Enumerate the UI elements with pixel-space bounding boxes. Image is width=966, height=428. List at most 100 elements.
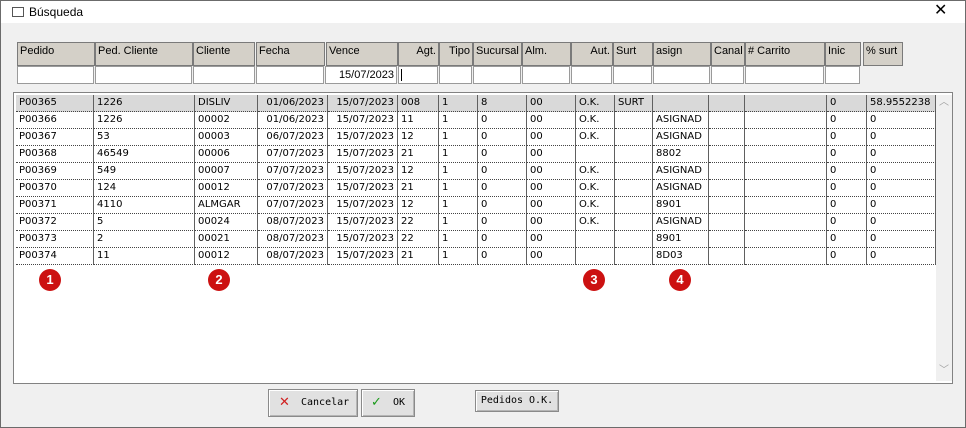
column-header-pedido[interactable]: Pedido bbox=[17, 42, 95, 66]
filter-surt-input[interactable] bbox=[613, 66, 652, 84]
cell-ped_cliente: 53 bbox=[94, 129, 195, 146]
cell-pedido: P00368 bbox=[16, 146, 94, 163]
column-header-surt[interactable]: Surt bbox=[613, 42, 653, 66]
cell-canal bbox=[709, 112, 745, 129]
column-header-vence[interactable]: Vence bbox=[326, 42, 398, 66]
filter-asign-input[interactable] bbox=[653, 66, 710, 84]
table-row[interactable]: P00374 11 00012 08/07/2023 15/07/2023 21 1 0 00 8… bbox=[16, 248, 936, 265]
cell-cliente: 00021 bbox=[195, 231, 258, 248]
filter-tipo-input[interactable] bbox=[439, 66, 472, 84]
column-header-agt[interactable]: Agt. bbox=[398, 42, 439, 66]
table-row[interactable]: P00373 2 00021 08/07/2023 15/07/2023 22 1 0 00 89… bbox=[16, 231, 936, 248]
cell-carrito bbox=[745, 112, 827, 129]
cell-fecha: 01/06/2023 bbox=[258, 95, 328, 112]
cell-pedido: P00370 bbox=[16, 180, 94, 197]
cell-cliente: 00003 bbox=[195, 129, 258, 146]
cell-fecha: 07/07/2023 bbox=[258, 163, 328, 180]
filter-canal-input[interactable] bbox=[711, 66, 744, 84]
cell-carrito bbox=[745, 180, 827, 197]
cell-aut: O.K. bbox=[576, 129, 615, 146]
column-header-pct_surt[interactable]: % surt bbox=[863, 42, 903, 66]
table-row[interactable]: P00371 4110 ALMGAR 07/07/2023 15/07/2023 12 1 0… bbox=[16, 197, 936, 214]
column-header-tipo[interactable]: Tipo bbox=[439, 42, 473, 66]
table-row[interactable]: P00372 5 00024 08/07/2023 15/07/2023 22 1 0 00 O.… bbox=[16, 214, 936, 231]
cell-inic: 0 bbox=[827, 231, 867, 248]
filter-alm-input[interactable] bbox=[522, 66, 570, 84]
cell-ped_cliente: 5 bbox=[94, 214, 195, 231]
cell-asign: ASIGNAD bbox=[653, 129, 709, 146]
table-row[interactable]: P00365 1226 DISLIV 01/06/2023 15/07/2023 008 1… bbox=[16, 95, 936, 112]
column-header-cliente[interactable]: Cliente bbox=[193, 42, 255, 66]
busqueda-dialog: Búsqueda ✕ Pedido Ped. Cliente Cliente Fech… bbox=[0, 0, 966, 428]
cell-agt: 12 bbox=[398, 197, 439, 214]
table-row[interactable]: P00368 46549 00006 07/07/2023 15/07/2023 21 1 0… bbox=[16, 146, 936, 163]
pedidos-ok-button[interactable]: Pedidos O.K. bbox=[475, 390, 559, 412]
cell-surt bbox=[615, 197, 653, 214]
column-header-sucursal[interactable]: Sucursal bbox=[473, 42, 522, 66]
cell-agt: 22 bbox=[398, 231, 439, 248]
cell-canal bbox=[709, 231, 745, 248]
cell-sucursal: 0 bbox=[478, 214, 527, 231]
cell-fecha: 07/07/2023 bbox=[258, 146, 328, 163]
results-grid[interactable]: P00365 1226 DISLIV 01/06/2023 15/07/2023 008 1… bbox=[13, 92, 953, 384]
cell-carrito bbox=[745, 129, 827, 146]
marker-1: 1 bbox=[39, 269, 61, 291]
filter-pedido-input[interactable] bbox=[17, 66, 94, 84]
cell-surt bbox=[615, 248, 653, 265]
cell-pedido: P00369 bbox=[16, 163, 94, 180]
ok-button[interactable]: ✓ OK bbox=[361, 389, 415, 417]
column-header-inic[interactable]: Inic bbox=[825, 42, 861, 66]
cell-fecha: 08/07/2023 bbox=[258, 248, 328, 265]
cell-agt: 21 bbox=[398, 146, 439, 163]
table-row[interactable]: P00366 1226 00002 01/06/2023 15/07/2023 11 1 0 0… bbox=[16, 112, 936, 129]
cell-alm: 00 bbox=[527, 180, 576, 197]
column-header-fecha[interactable]: Fecha bbox=[256, 42, 325, 66]
check-icon: ✓ bbox=[371, 395, 382, 410]
filter-vence-input[interactable]: 15/07/2023 bbox=[325, 66, 397, 84]
cell-cliente: 00007 bbox=[195, 163, 258, 180]
cell-ped_cliente: 46549 bbox=[94, 146, 195, 163]
column-header-ped_cliente[interactable]: Ped. Cliente bbox=[95, 42, 193, 66]
table-row[interactable]: P00369 549 00007 07/07/2023 15/07/2023 12 1 0 00… bbox=[16, 163, 936, 180]
filter-carrito-input[interactable] bbox=[745, 66, 824, 84]
cell-sucursal: 0 bbox=[478, 180, 527, 197]
marker-4: 4 bbox=[669, 269, 691, 291]
cell-sucursal: 0 bbox=[478, 129, 527, 146]
cell-pedido: P00373 bbox=[16, 231, 94, 248]
filter-ped_cliente-input[interactable] bbox=[95, 66, 192, 84]
filter-cliente-input[interactable] bbox=[193, 66, 255, 84]
filter-fecha-input[interactable] bbox=[256, 66, 324, 84]
close-icon[interactable]: ✕ bbox=[934, 2, 947, 20]
cancel-button[interactable]: ✕ Cancelar bbox=[268, 389, 358, 417]
cell-pedido: P00367 bbox=[16, 129, 94, 146]
cell-agt: 008 bbox=[398, 95, 439, 112]
scroll-down-icon[interactable]: ﹀ bbox=[938, 365, 950, 377]
filter-aut-input[interactable] bbox=[571, 66, 612, 84]
cell-asign: ASIGNAD bbox=[653, 214, 709, 231]
filter-inic-input[interactable] bbox=[825, 66, 860, 84]
cell-tipo: 1 bbox=[439, 197, 478, 214]
cell-alm: 00 bbox=[527, 95, 576, 112]
cell-tipo: 1 bbox=[439, 248, 478, 265]
cell-surt bbox=[615, 163, 653, 180]
cell-alm: 00 bbox=[527, 129, 576, 146]
column-header-carrito[interactable]: # Carrito bbox=[745, 42, 825, 66]
cell-canal bbox=[709, 214, 745, 231]
column-header-alm[interactable]: Alm. bbox=[522, 42, 571, 66]
cell-fecha: 07/07/2023 bbox=[258, 197, 328, 214]
vertical-scrollbar[interactable]: ︿ ﹀ bbox=[936, 95, 952, 381]
cell-cliente: DISLIV bbox=[195, 95, 258, 112]
cell-ped_cliente: 1226 bbox=[94, 95, 195, 112]
cell-carrito bbox=[745, 95, 827, 112]
table-row[interactable]: P00370 124 00012 07/07/2023 15/07/2023 21 1 0 00… bbox=[16, 180, 936, 197]
cell-pct_surt: 0 bbox=[867, 248, 936, 265]
filter-agt-input[interactable] bbox=[398, 66, 438, 84]
column-header-canal[interactable]: Canal bbox=[711, 42, 745, 66]
cell-pedido: P00374 bbox=[16, 248, 94, 265]
column-header-aut[interactable]: Aut. bbox=[571, 42, 613, 66]
column-header-asign[interactable]: asign bbox=[653, 42, 711, 66]
cell-surt bbox=[615, 112, 653, 129]
filter-sucursal-input[interactable] bbox=[473, 66, 521, 84]
scroll-up-icon[interactable]: ︿ bbox=[938, 97, 950, 109]
table-row[interactable]: P00367 53 00003 06/07/2023 15/07/2023 12 1 0 00 O… bbox=[16, 129, 936, 146]
